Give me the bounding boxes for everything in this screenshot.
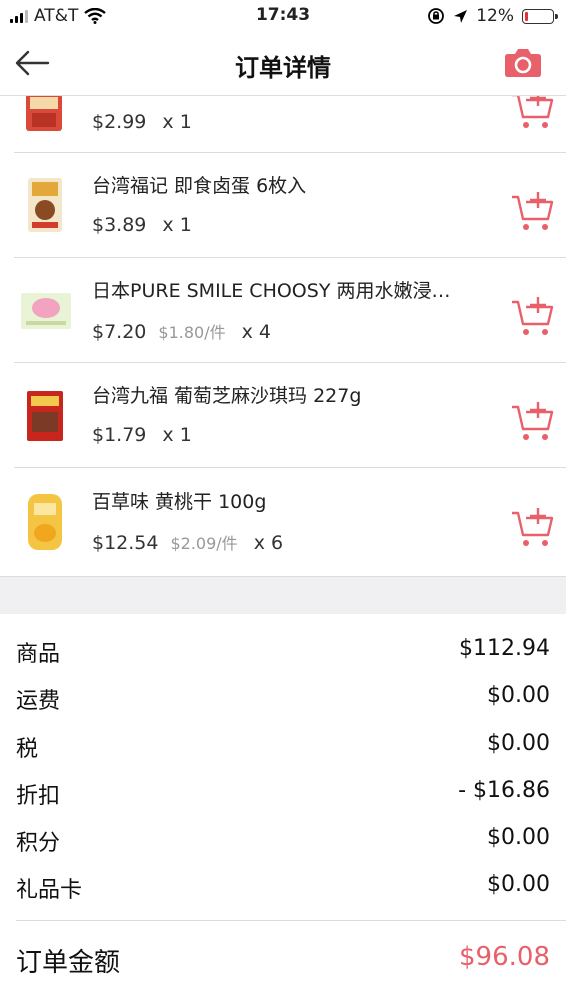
item-name: 台湾福记 即食卤蛋 6枚入 — [92, 175, 307, 197]
summary-divider — [16, 920, 566, 921]
summary-row-discount: 折扣 - $16.86 — [16, 778, 550, 818]
product-image — [26, 493, 64, 551]
summary-row-points: 积分 $0.00 — [16, 825, 550, 865]
battery-icon — [522, 8, 558, 24]
summary-label: 商品 — [16, 642, 61, 667]
summary-row-tax: 税 $0.00 — [16, 731, 550, 771]
camera-icon — [505, 49, 541, 77]
battery-percent: 12% — [476, 6, 514, 26]
item-quantity: x 4 — [241, 321, 271, 343]
summary-value: $0.00 — [487, 825, 550, 850]
section-separator — [0, 576, 566, 614]
item-quantity: x 1 — [162, 424, 192, 446]
item-price-row: $12.54 $2.09/件 x 6 — [92, 530, 283, 554]
item-price-row: $3.89 x 1 — [92, 214, 192, 236]
order-item[interactable]: 台湾福记 即食卤蛋 6枚入 $3.89 x 1 — [0, 153, 566, 258]
add-to-cart-icon — [512, 96, 554, 128]
summary-row-goods: 商品 $112.94 — [16, 636, 550, 676]
order-item[interactable]: $2.99 x 1 — [0, 96, 566, 153]
summary-label: 积分 — [16, 831, 61, 856]
location-icon — [454, 9, 468, 23]
summary-value: $0.00 — [487, 872, 550, 897]
add-to-cart-button[interactable] — [510, 294, 554, 338]
add-to-cart-button[interactable] — [510, 96, 554, 131]
orientation-lock-icon — [428, 8, 445, 24]
row-divider — [14, 467, 566, 468]
item-price-row: $2.99 x 1 — [92, 111, 192, 133]
item-price: $7.20 — [92, 321, 147, 343]
summary-value: - $16.86 — [458, 778, 550, 803]
status-right: 12% — [427, 6, 558, 26]
battery-fill — [525, 11, 529, 21]
item-price-row: $1.79 x 1 — [92, 424, 192, 446]
order-item[interactable]: 日本PURE SMILE CHOOSY 两用水嫩浸… $7.20 $1.80/件… — [0, 258, 566, 363]
summary-value: $0.00 — [487, 683, 550, 708]
back-arrow-icon — [15, 50, 50, 76]
add-to-cart-icon — [512, 297, 554, 335]
item-name: 日本PURE SMILE CHOOSY 两用水嫩浸… — [92, 280, 451, 302]
item-price: $12.54 — [92, 532, 159, 554]
page-title: 订单详情 — [235, 54, 331, 82]
add-to-cart-button[interactable] — [510, 505, 554, 549]
summary-row-gift-card: 礼品卡 $0.00 — [16, 872, 550, 912]
add-to-cart-icon — [512, 192, 554, 230]
add-to-cart-button[interactable] — [510, 189, 554, 233]
summary-label: 运费 — [16, 689, 61, 714]
order-summary: 商品 $112.94 运费 $0.00 税 $0.00 折扣 - $16.86 … — [0, 614, 566, 1006]
item-quantity: x 1 — [162, 214, 192, 236]
add-to-cart-icon — [512, 402, 554, 440]
order-item[interactable]: 百草味 黄桃干 100g $12.54 $2.09/件 x 6 — [0, 469, 566, 576]
item-unit-price: $2.09/件 — [170, 534, 238, 553]
item-quantity: x 6 — [253, 532, 284, 554]
item-price: $1.79 — [92, 424, 147, 446]
order-item[interactable]: 台湾九福 葡萄芝麻沙琪玛 227g $1.79 x 1 — [0, 363, 566, 468]
summary-label: 税 — [16, 737, 39, 762]
summary-label: 折扣 — [16, 784, 61, 809]
item-price: $2.99 — [92, 111, 147, 133]
back-button[interactable] — [14, 48, 54, 82]
item-price: $3.89 — [92, 214, 147, 236]
order-total-value: $96.08 — [459, 942, 550, 972]
product-image — [20, 291, 72, 331]
item-unit-price: $1.80/件 — [158, 323, 226, 342]
status-bar: AT&T 17:43 12% — [0, 0, 566, 34]
add-to-cart-icon — [512, 508, 554, 546]
nav-bar: 订单详情 — [0, 34, 566, 96]
item-quantity: x 1 — [162, 111, 192, 133]
item-name: 台湾九福 葡萄芝麻沙琪玛 227g — [92, 385, 362, 407]
summary-label: 礼品卡 — [16, 878, 83, 903]
add-to-cart-button[interactable] — [510, 399, 554, 443]
camera-button[interactable] — [504, 46, 544, 82]
order-item-list: $2.99 x 1 台湾福记 即食卤蛋 6枚入 $3.89 x 1 日本PURE… — [0, 96, 566, 576]
product-image — [22, 96, 66, 133]
summary-value: $112.94 — [459, 636, 550, 661]
summary-value: $0.00 — [487, 731, 550, 756]
item-price-row: $7.20 $1.80/件 x 4 — [92, 319, 271, 343]
product-image — [24, 176, 66, 234]
product-image — [26, 390, 64, 442]
order-total-label: 订单金额 — [16, 948, 121, 978]
item-name: 百草味 黄桃干 100g — [92, 491, 267, 513]
summary-row-shipping: 运费 $0.00 — [16, 683, 550, 723]
